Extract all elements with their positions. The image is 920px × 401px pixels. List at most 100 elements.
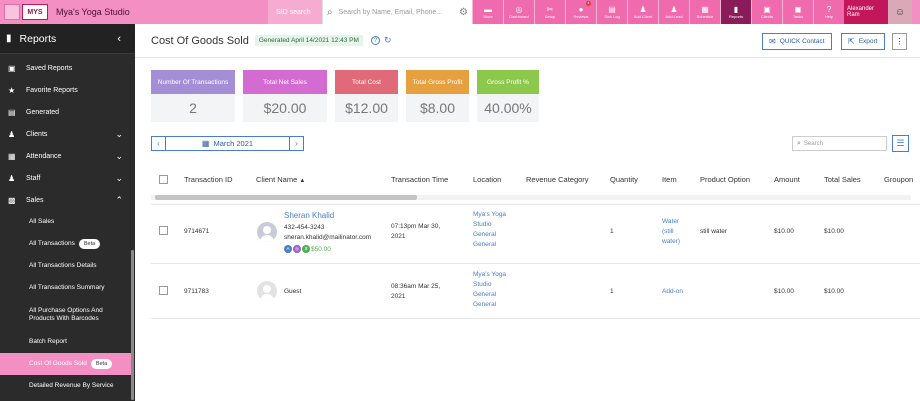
prev-month-button[interactable]: ‹ <box>151 136 166 151</box>
collapse-sidebar-icon[interactable]: ‹ <box>117 33 121 45</box>
user-avatar[interactable]: ☺ <box>888 0 912 24</box>
nav-setup[interactable]: ✂ Setup <box>534 0 565 24</box>
nav-label: Schedule <box>696 14 714 19</box>
export-label: Export <box>858 38 878 45</box>
col-product-option[interactable]: Product Option <box>700 175 750 184</box>
sidebar-sub-all-sales[interactable]: All Sales <box>0 211 135 233</box>
table-row[interactable]: 9711783 Guest 08:36am Mar 25, 2021 Mya's… <box>151 264 920 319</box>
quantity: 1 <box>610 288 614 295</box>
nav-reviews[interactable]: 8 ● Reviews <box>565 0 596 24</box>
card-label: Total Cost <box>335 70 398 94</box>
studio-name[interactable]: Mya's Yoga Studio <box>56 7 266 17</box>
sidebar-sub-cost-of-goods-sold[interactable]: Cost Of Goods Sold Beta <box>0 353 131 375</box>
refresh-icon[interactable]: ↻ <box>384 35 392 46</box>
nav-clients[interactable]: ▣ Clients <box>751 0 782 24</box>
main-content: Cost Of Goods Sold Generated April 14/20… <box>135 24 920 401</box>
sidebar-item-label: Sales <box>26 196 44 204</box>
sid-search-input[interactable]: SID search <box>268 0 322 24</box>
col-revenue-category[interactable]: Revenue Category <box>526 175 589 184</box>
transaction-id: 9714671 <box>184 228 210 235</box>
item-link[interactable]: Water (still water) <box>662 217 684 247</box>
sidebar-item-sales[interactable]: ▩ Sales ⌃ <box>0 189 135 211</box>
export-button[interactable]: ⇱ Export <box>841 33 885 50</box>
nav-schedule[interactable]: ▦ Schedule <box>689 0 720 24</box>
client-name: Guest <box>284 288 302 295</box>
col-client-name[interactable]: Client Name ▲ <box>256 175 305 184</box>
gear-icon[interactable]: ⚙ <box>459 7 468 18</box>
quantity: 1 <box>610 228 614 235</box>
sidebar-sub-all-transactions[interactable]: All Transactions Beta <box>0 233 135 255</box>
row-checkbox[interactable] <box>159 226 168 235</box>
chat-icon: ● <box>578 5 584 14</box>
attendance-icon: ▦ <box>8 151 16 161</box>
sidebar-sub-label: Cost Of Goods Sold <box>29 360 87 367</box>
sidebar-sub-all-transactions-details[interactable]: All Transactions Details <box>0 255 135 277</box>
sidebar-item-staff[interactable]: ♟ Staff ⌄ <box>0 167 135 189</box>
table-hscroll-thumb[interactable] <box>155 195 417 200</box>
home-icon[interactable] <box>4 4 20 20</box>
nav-label: Add Client <box>633 14 653 19</box>
next-month-button[interactable]: › <box>289 136 304 151</box>
col-location[interactable]: Location <box>473 175 501 184</box>
beta-badge: Beta <box>90 359 113 369</box>
clients-icon: ▣ <box>763 5 771 14</box>
sidebar-item-favorite-reports[interactable]: ★ Favorite Reports <box>0 79 135 101</box>
add-user-icon: ♟ <box>639 5 647 14</box>
bar-chart-icon: ▮ <box>6 33 12 44</box>
nav-label: Reports <box>728 14 743 19</box>
more-options-icon[interactable]: ⋮ <box>892 33 907 50</box>
col-transaction-id[interactable]: Transaction ID <box>184 175 233 184</box>
sidebar-item-clients[interactable]: ♟ Clients ⌄ <box>0 123 135 145</box>
nav-store[interactable]: ▬ Store <box>472 0 503 24</box>
sidebar-sub-all-transactions-summary[interactable]: All Transactions Summary <box>0 277 135 299</box>
sidebar-sub-detailed-revenue[interactable]: Detailed Revenue By Service <box>0 375 135 397</box>
col-item[interactable]: Item <box>662 175 677 184</box>
filter-settings-icon[interactable]: ☰ <box>892 135 909 152</box>
item-link[interactable]: Add-on <box>662 288 683 295</box>
sidebar-sub-purchase-options[interactable]: All Purchase Options And Products With B… <box>0 299 135 331</box>
sidebar-title: Reports <box>19 32 57 45</box>
location-link[interactable]: Mya's Yoga Studio General General <box>473 270 513 310</box>
sidebar-scrollbar[interactable] <box>131 250 134 400</box>
sidebar-item-generated[interactable]: ▤ Generated <box>0 101 135 123</box>
col-total-sales[interactable]: Total Sales <box>824 175 861 184</box>
quick-contact-button[interactable]: ✉ QUICK Contact <box>762 33 832 50</box>
col-transaction-time[interactable]: Transaction Time <box>391 175 448 184</box>
sidebar-sub-label: All Sales <box>29 218 55 225</box>
nav-reports[interactable]: ▮ Reports <box>720 0 751 24</box>
nav-tasks[interactable]: ◼ Tasks <box>782 0 813 24</box>
col-amount[interactable]: Amount <box>774 175 800 184</box>
chevron-down-icon: ⌄ <box>115 172 123 183</box>
user-menu[interactable]: Alexander Ram <box>844 0 888 24</box>
row-checkbox[interactable] <box>159 286 168 295</box>
location-link[interactable]: Mya's Yoga Studio General General <box>473 210 513 250</box>
table-search-input[interactable]: ⌕ Search <box>792 136 887 151</box>
sidebar-sub-batch-report[interactable]: Batch Report <box>0 331 135 353</box>
nav-add-client[interactable]: ♟ Add Client <box>627 0 658 24</box>
select-all-checkbox[interactable] <box>159 175 168 184</box>
sidebar-item-saved-reports[interactable]: ▣ Saved Reports <box>0 57 135 79</box>
month-navigator: ‹ ▦ March 2021 › <box>151 136 304 151</box>
sidebar-sub-label: Detailed Revenue By Service <box>29 382 114 389</box>
col-groupon[interactable]: Groupon <box>884 175 913 184</box>
table-row[interactable]: 9714671 Sheran Khalid 432-454-3243 shera… <box>151 204 920 264</box>
help-icon[interactable]: ? <box>370 36 380 45</box>
nav-dashboard[interactable]: ◎ Dashboard <box>503 0 534 24</box>
amount: $10.00 <box>774 228 794 235</box>
month-picker[interactable]: ▦ March 2021 <box>166 136 289 151</box>
dashboard-icon: ◎ <box>515 5 523 14</box>
col-quantity[interactable]: Quantity <box>610 175 638 184</box>
client-name-link[interactable]: Sheran Khalid <box>284 211 334 220</box>
sidebar-item-attendance[interactable]: ▦ Attendance ⌄ <box>0 145 135 167</box>
amount: $10.00 <box>774 288 794 295</box>
membership-icon: ◎ <box>293 245 301 253</box>
nav-help[interactable]: ? Help <box>813 0 844 24</box>
search-icon: ⌕ <box>327 6 333 18</box>
nav-add-lead[interactable]: ♟ Add Lead <box>658 0 689 24</box>
studio-logo[interactable]: MYS <box>22 4 48 20</box>
client-badges: A ◎ $ $50.00 <box>284 245 331 253</box>
card-label: Gross Profit % <box>477 70 539 94</box>
global-search-input[interactable]: ⌕ Search by Name, Email, Phone... ⚙ <box>322 0 472 24</box>
calendar-icon: ▦ <box>201 139 210 148</box>
nav-sick-log[interactable]: ▤ Sick Log <box>596 0 627 24</box>
